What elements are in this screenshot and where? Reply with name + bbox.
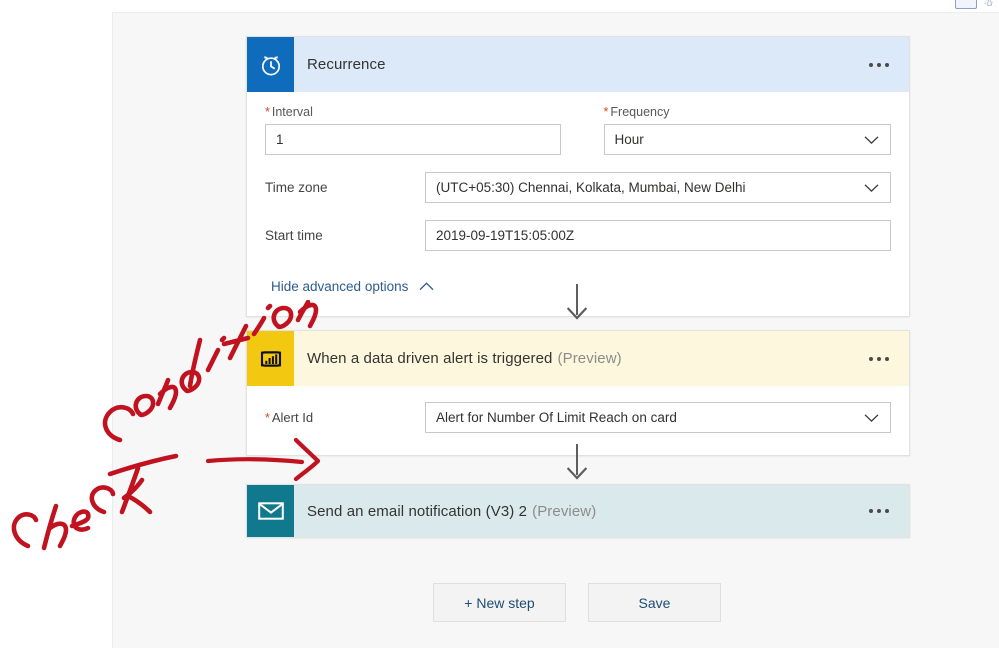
interval-label: * Interval bbox=[265, 105, 313, 119]
required-marker: * bbox=[265, 105, 270, 119]
chart-icon[interactable] bbox=[955, 0, 977, 9]
timezone-label: Time zone bbox=[265, 180, 328, 195]
alertid-row: * Alert Id Alert for Number Of Limit Reac… bbox=[265, 402, 891, 433]
preview-badge: (Preview) bbox=[532, 502, 597, 520]
timezone-select[interactable]: (UTC+05:30) Chennai, Kolkata, Mumbai, Ne… bbox=[425, 172, 891, 203]
card-send-email[interactable]: Send an email notification (V3) 2 (Previe… bbox=[246, 484, 910, 538]
chevron-down-icon bbox=[864, 183, 879, 192]
dot bbox=[885, 62, 889, 67]
frequency-label: * Frequency bbox=[603, 105, 670, 119]
envelope-icon bbox=[247, 485, 294, 537]
timezone-field: (UTC+05:30) Chennai, Kolkata, Mumbai, Ne… bbox=[425, 172, 891, 203]
timezone-row: Time zone (UTC+05:30) Chennai, Kolkata, … bbox=[265, 172, 891, 203]
interval-frequency-row: * Interval 1 * Frequency Hour bbox=[265, 105, 891, 155]
alertid-select[interactable]: Alert for Number Of Limit Reach on card bbox=[425, 402, 891, 433]
hide-advanced-options-button[interactable]: Hide advanced options bbox=[265, 277, 438, 296]
card-send-email-more-button[interactable] bbox=[865, 503, 893, 519]
interval-group: * Interval 1 bbox=[265, 105, 561, 155]
dot bbox=[885, 356, 889, 361]
top-chrome-strip: ☃ bbox=[112, 0, 999, 13]
down-arrow-icon bbox=[566, 307, 588, 320]
preview-badge: (Preview) bbox=[557, 350, 622, 367]
dot bbox=[885, 509, 889, 513]
alarm-clock-icon bbox=[247, 37, 294, 92]
starttime-row: Start time 2019-09-19T15:05:00Z bbox=[265, 220, 891, 251]
starttime-field: 2019-09-19T15:05:00Z bbox=[425, 220, 891, 251]
card-powerbi-alert-header[interactable]: When a data driven alert is triggered (Pr… bbox=[247, 331, 909, 386]
chevron-down-icon bbox=[864, 135, 879, 144]
card-powerbi-alert-title-text: When a data driven alert is triggered bbox=[307, 350, 553, 367]
frequency-select[interactable]: Hour bbox=[603, 124, 891, 155]
card-recurrence[interactable]: Recurrence * Interval 1 * Frequency Hour… bbox=[246, 36, 910, 317]
dot bbox=[877, 62, 881, 67]
hide-advanced-options-label: Hide advanced options bbox=[271, 279, 409, 294]
alertid-field: Alert for Number Of Limit Reach on card bbox=[425, 402, 891, 433]
new-step-button[interactable]: + New step bbox=[433, 583, 566, 622]
power-bi-icon bbox=[247, 331, 294, 386]
required-marker: * bbox=[265, 411, 270, 425]
card-send-email-header[interactable]: Send an email notification (V3) 2 (Previe… bbox=[247, 485, 909, 537]
flow-designer-screen: ☃ Recurrence * Interval 1 * Frequency Ho… bbox=[0, 0, 999, 648]
starttime-label: Start time bbox=[265, 228, 323, 243]
card-recurrence-more-button[interactable] bbox=[865, 57, 893, 73]
user-icon[interactable]: ☃ bbox=[984, 0, 994, 9]
dot bbox=[869, 356, 873, 361]
dot bbox=[869, 62, 873, 67]
frequency-value: Hour bbox=[614, 132, 644, 147]
interval-value: 1 bbox=[276, 132, 284, 147]
card-powerbi-alert-title: When a data driven alert is triggered (Pr… bbox=[307, 350, 622, 367]
dot bbox=[877, 356, 881, 361]
card-recurrence-header[interactable]: Recurrence bbox=[247, 37, 909, 92]
card-powerbi-alert-more-button[interactable] bbox=[865, 351, 893, 367]
chevron-up-icon bbox=[419, 279, 434, 294]
down-arrow-icon bbox=[566, 467, 588, 480]
starttime-input[interactable]: 2019-09-19T15:05:00Z bbox=[425, 220, 891, 251]
chevron-down-icon bbox=[864, 413, 879, 422]
card-send-email-title-text: Send an email notification (V3) 2 bbox=[307, 502, 528, 520]
dot bbox=[869, 509, 873, 513]
card-send-email-title: Send an email notification (V3) 2 (Previe… bbox=[307, 503, 596, 520]
card-powerbi-alert-body: * Alert Id Alert for Number Of Limit Reac… bbox=[247, 386, 909, 455]
alertid-label: * Alert Id bbox=[265, 410, 314, 425]
timezone-value: (UTC+05:30) Chennai, Kolkata, Mumbai, Ne… bbox=[436, 180, 746, 195]
dot bbox=[877, 509, 881, 513]
card-powerbi-alert[interactable]: When a data driven alert is triggered (Pr… bbox=[246, 330, 910, 456]
new-step-label: + New step bbox=[464, 594, 535, 611]
starttime-value: 2019-09-19T15:05:00Z bbox=[436, 228, 575, 243]
card-recurrence-body: * Interval 1 * Frequency Hour Time zone … bbox=[247, 92, 909, 316]
card-recurrence-title: Recurrence bbox=[307, 56, 386, 73]
required-marker: * bbox=[603, 105, 609, 119]
save-label: Save bbox=[638, 594, 671, 611]
interval-input[interactable]: 1 bbox=[265, 124, 561, 155]
save-button[interactable]: Save bbox=[588, 583, 721, 622]
frequency-group: * Frequency Hour bbox=[603, 105, 891, 155]
alertid-value: Alert for Number Of Limit Reach on card bbox=[436, 410, 677, 425]
